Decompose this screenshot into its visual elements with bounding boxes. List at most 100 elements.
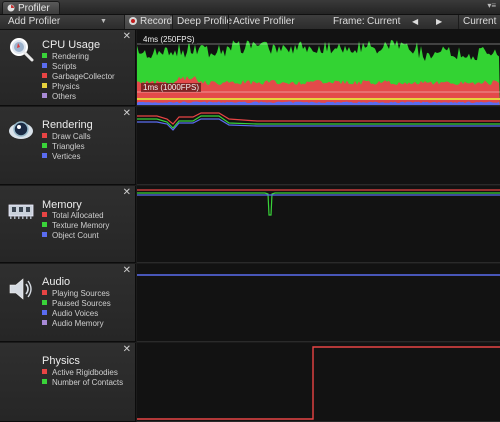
previous-frame-button[interactable]: ◀	[412, 15, 418, 29]
rendering-sidebar[interactable]: Rendering Draw Calls Triangles Vertices …	[0, 107, 136, 185]
rendering-line-chart	[137, 112, 500, 131]
legend-swatch	[42, 83, 47, 88]
next-frame-button[interactable]: ▶	[436, 15, 442, 29]
legend-item[interactable]: Scripts	[42, 62, 115, 72]
physics-module[interactable]: Physics Active Rigidbodies Number of Con…	[0, 343, 500, 422]
cpu-usage-sidebar[interactable]: CPU Usage Rendering Scripts GarbageColle…	[0, 30, 136, 106]
legend-item[interactable]: Texture Memory	[42, 221, 109, 231]
record-icon	[129, 17, 137, 25]
current-frame-label: Current	[463, 16, 497, 27]
legend-item[interactable]: Paused Sources	[42, 299, 111, 309]
legend-swatch	[42, 310, 47, 315]
window-menu-icon[interactable]: ▾≡	[487, 1, 496, 10]
legend-label: Triangles	[52, 142, 85, 151]
cpu-usage-graph[interactable]: 4ms (250FPS) 1ms (1000FPS)	[137, 30, 500, 106]
close-icon[interactable]: ✕	[123, 109, 131, 119]
legend-label: Rendering	[52, 52, 89, 61]
legend-swatch	[42, 63, 47, 68]
add-profiler-dropdown[interactable]: Add Profiler	[8, 15, 60, 29]
frame-value: Current	[367, 16, 401, 27]
legend-item[interactable]: Physics	[42, 82, 115, 92]
audio-sidebar[interactable]: Audio Playing Sources Paused Sources Aud…	[0, 264, 136, 342]
legend-label: Draw Calls	[52, 132, 91, 141]
active-rigidbodies-line	[137, 346, 500, 420]
legend-swatch	[42, 93, 47, 98]
legend-swatch	[42, 153, 47, 158]
cpu-label-1000fps: 1ms (1000FPS)	[141, 83, 202, 92]
frame-label: Frame:	[333, 16, 365, 27]
profiler-tab-icon	[7, 4, 15, 12]
legend-item[interactable]: Object Count	[42, 231, 109, 241]
legend-label: Vertices	[52, 152, 81, 161]
legend-item[interactable]: Total Allocated	[42, 211, 109, 221]
legend-swatch	[42, 53, 47, 58]
legend-item[interactable]: Playing Sources	[42, 289, 111, 299]
legend-item[interactable]: Vertices	[42, 152, 91, 162]
rendering-title: Rendering	[42, 119, 93, 131]
memory-sidebar[interactable]: Memory Total Allocated Texture Memory Ob…	[0, 186, 136, 263]
physics-area	[137, 98, 500, 100]
legend-label: Audio Memory	[52, 319, 104, 328]
legend-swatch	[42, 222, 47, 227]
memory-graph[interactable]	[137, 186, 500, 263]
audio-legend: Playing Sources Paused Sources Audio Voi…	[42, 289, 111, 329]
memory-legend: Total Allocated Texture Memory Object Co…	[42, 211, 109, 241]
legend-item[interactable]: Others	[42, 92, 115, 102]
memory-title: Memory	[42, 199, 82, 211]
add-profiler-label: Add Profiler	[8, 16, 61, 27]
window-tab-strip: Profiler ▾≡	[0, 0, 500, 15]
legend-item[interactable]: Audio Voices	[42, 309, 111, 319]
legend-item[interactable]: Number of Contacts	[42, 378, 123, 388]
legend-item[interactable]: Rendering	[42, 52, 115, 62]
legend-swatch	[42, 212, 47, 217]
legend-item[interactable]: Draw Calls	[42, 132, 91, 142]
cpu-legend: Rendering Scripts GarbageCollector Physi…	[42, 52, 115, 102]
rendering-legend: Draw Calls Triangles Vertices	[42, 132, 91, 162]
memory-line-chart	[137, 189, 500, 216]
active-profiler-dropdown[interactable]: Active Profiler	[228, 15, 295, 29]
active-profiler-label: Active Profiler	[233, 16, 295, 27]
rendering-graph[interactable]	[137, 107, 500, 185]
physics-graph[interactable]	[137, 343, 500, 422]
deep-profile-toggle[interactable]: Deep Profile	[172, 15, 232, 29]
record-toggle[interactable]: Record	[124, 15, 173, 29]
legend-label: Active Rigidbodies	[52, 368, 118, 377]
physics-legend: Active Rigidbodies Number of Contacts	[42, 368, 123, 388]
legend-swatch	[42, 290, 47, 295]
legend-item[interactable]: Triangles	[42, 142, 91, 152]
legend-label: Others	[52, 92, 77, 101]
legend-label: Number of Contacts	[52, 378, 124, 387]
rendering-module[interactable]: Rendering Draw Calls Triangles Vertices …	[0, 107, 500, 185]
legend-swatch	[42, 379, 47, 384]
legend-swatch	[42, 232, 47, 237]
eye-sphere-icon	[9, 121, 33, 139]
physics-sidebar[interactable]: Physics Active Rigidbodies Number of Con…	[0, 343, 136, 422]
close-icon[interactable]: ✕	[123, 188, 131, 198]
profiler-toolbar: Add Profiler ▼ Record Deep Profile Activ…	[0, 15, 500, 30]
profiler-window-tab[interactable]: Profiler	[2, 1, 60, 14]
physics-line-chart	[137, 346, 500, 420]
legend-item[interactable]: Audio Memory	[42, 319, 111, 329]
legend-swatch	[42, 320, 47, 325]
legend-label: Total Allocated	[52, 211, 104, 220]
legend-label: Playing Sources	[52, 289, 110, 298]
legend-label: Scripts	[52, 62, 77, 71]
legend-item[interactable]: GarbageCollector	[42, 72, 115, 82]
deep-profile-label: Deep Profile	[177, 16, 233, 27]
close-icon[interactable]: ✕	[123, 32, 131, 42]
close-icon[interactable]: ✕	[123, 345, 131, 355]
close-icon[interactable]: ✕	[123, 266, 131, 276]
record-label: Record	[140, 16, 173, 27]
legend-item[interactable]: Active Rigidbodies	[42, 368, 123, 378]
physics-title: Physics	[42, 355, 80, 367]
legend-label: GarbageCollector	[52, 72, 115, 81]
chevron-down-icon[interactable]: ▼	[100, 15, 107, 29]
audio-module[interactable]: Audio Playing Sources Paused Sources Aud…	[0, 264, 500, 342]
memory-module[interactable]: Memory Total Allocated Texture Memory Ob…	[0, 186, 500, 263]
current-frame-button[interactable]: Current	[458, 15, 500, 29]
audio-graph[interactable]	[137, 264, 500, 342]
cpu-usage-module[interactable]: CPU Usage Rendering Scripts GarbageColle…	[0, 30, 500, 106]
legend-swatch	[42, 143, 47, 148]
speaker-icon	[9, 278, 32, 300]
audio-line-chart	[137, 274, 500, 276]
